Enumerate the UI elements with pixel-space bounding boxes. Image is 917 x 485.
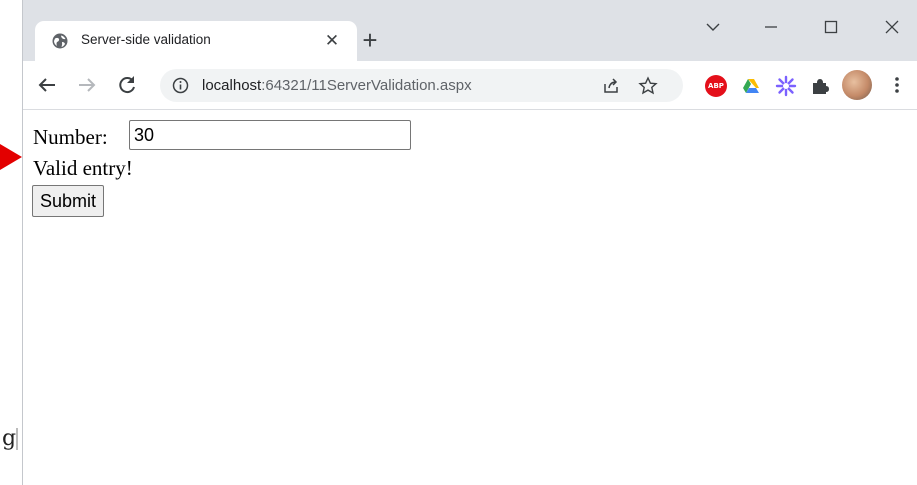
page-content: Number: Valid entry! Submit <box>23 110 917 485</box>
puzzle-piece-icon[interactable] <box>809 75 831 97</box>
bookmark-star-icon[interactable] <box>637 75 659 97</box>
browser-window: Server-side validation ✕ + localhost:643… <box>22 0 917 485</box>
cropped-text-fragment: g <box>2 426 17 451</box>
submit-button[interactable]: Submit <box>32 185 105 217</box>
url-host: localhost <box>202 77 262 94</box>
globe-icon <box>52 33 68 49</box>
cropped-divider <box>16 428 18 450</box>
reload-icon[interactable] <box>115 73 139 97</box>
back-arrow-icon[interactable] <box>35 73 59 97</box>
google-drive-icon[interactable] <box>740 75 762 97</box>
tab-close-icon[interactable]: ✕ <box>321 30 343 52</box>
maximize-icon[interactable] <box>816 12 846 42</box>
adblock-plus-icon[interactable]: ABP <box>705 75 727 97</box>
number-input[interactable] <box>129 120 411 150</box>
chevron-down-icon[interactable] <box>698 12 728 42</box>
tab-title: Server-side validation <box>81 32 211 47</box>
url-path: :64321/11ServerValidation.aspx <box>261 77 472 94</box>
purple-spark-icon[interactable] <box>775 75 797 97</box>
annotation-arrow-icon <box>0 144 22 170</box>
tab-server-side-validation[interactable]: Server-side validation ✕ <box>35 21 357 61</box>
share-icon[interactable] <box>600 75 622 97</box>
profile-avatar[interactable] <box>842 70 872 100</box>
three-dots-menu-icon[interactable] <box>885 73 909 97</box>
site-info-icon[interactable] <box>172 77 189 94</box>
url-text[interactable]: localhost:64321/11ServerValidation.aspx <box>202 77 472 94</box>
new-tab-button[interactable]: + <box>356 27 384 55</box>
close-icon[interactable] <box>877 12 907 42</box>
number-label: Number: <box>33 125 108 149</box>
tab-strip: Server-side validation ✕ + <box>23 0 917 61</box>
browser-toolbar: localhost:64321/11ServerValidation.aspx … <box>23 61 917 110</box>
minimize-icon[interactable] <box>756 12 786 42</box>
address-bar[interactable]: localhost:64321/11ServerValidation.aspx <box>160 69 683 102</box>
validation-message: Valid entry! <box>33 156 133 180</box>
forward-arrow-icon[interactable] <box>75 73 99 97</box>
screenshot-stage: g Server-side validation ✕ + localhost:6… <box>0 0 917 485</box>
